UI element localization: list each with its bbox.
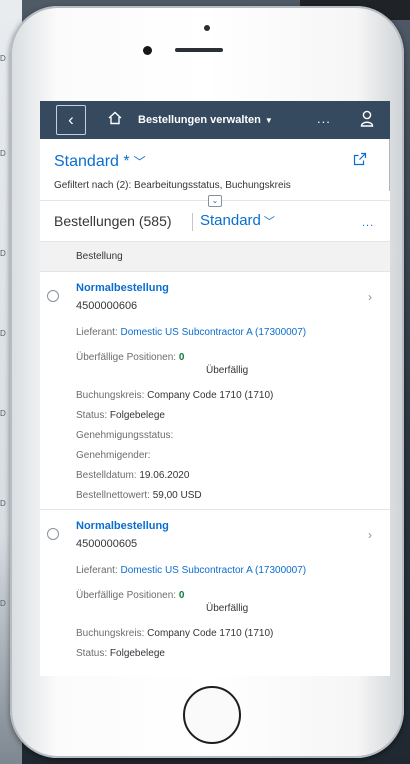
background-mark: D <box>0 149 6 158</box>
sensor-dot <box>204 25 210 31</box>
app-screen: ‹ Bestellungen verwalten ▼ ... Standard … <box>40 101 390 676</box>
row-number: 4500000606 <box>76 300 138 312</box>
earpiece-speaker <box>175 48 223 52</box>
variant-label: Standard * <box>54 153 130 170</box>
status-label: Status: <box>76 410 108 421</box>
date-value: 19.06.2020 <box>139 470 190 481</box>
company-label: Buchungskreis: <box>76 628 145 639</box>
app-title-menu[interactable]: Bestellungen verwalten ▼ <box>138 114 273 126</box>
user-icon-svg <box>360 110 374 127</box>
front-camera <box>143 46 152 55</box>
overdue-value: 0 <box>178 352 185 363</box>
table-variant-selector[interactable]: Standard ﹀ <box>200 212 275 229</box>
supplier-link[interactable]: Domestic US Subcontractor A (17300007) <box>120 327 306 338</box>
date-label: Bestelldatum: <box>76 470 137 481</box>
row-number: 4500000605 <box>76 538 138 550</box>
column-header: Bestellung <box>40 241 390 272</box>
share-icon[interactable] <box>353 152 367 169</box>
supplier-label: Lieferant: <box>76 327 118 338</box>
table-variant-label: Standard <box>200 212 261 229</box>
back-icon: ‹ <box>68 110 74 129</box>
supplier-attribute: Lieferant: Domestic US Subcontractor A (… <box>76 565 306 576</box>
column-header-bestellung[interactable]: Bestellung <box>76 251 123 262</box>
overflow-icon[interactable]: ... <box>317 111 331 126</box>
table-row[interactable]: Normalbestellung 4500000606 › Lieferant:… <box>40 272 390 510</box>
net-value: 59,00 <box>152 490 178 501</box>
company-attribute: Buchungskreis: Company Code 1710 (1710) <box>76 390 273 401</box>
chevron-down-icon: ⌄ <box>211 196 219 205</box>
company-attribute: Buchungskreis: Company Code 1710 (1710) <box>76 628 273 639</box>
background-mark: D <box>0 499 6 508</box>
chevron-right-icon[interactable]: › <box>368 290 372 304</box>
scrollbar[interactable] <box>389 139 390 191</box>
table-title: Bestellungen (585) <box>54 213 172 229</box>
share-icon-svg <box>353 152 367 166</box>
chevron-down-icon: ﹀ <box>133 155 146 169</box>
net-value-attribute: Bestellnettowert: 59,00 USD <box>76 490 202 501</box>
currency: USD <box>180 490 202 501</box>
date-attribute: Bestelldatum: 19.06.2020 <box>76 470 189 481</box>
status-value: Folgebelege <box>109 410 165 421</box>
status-attribute: Status: Folgebelege <box>76 410 165 421</box>
status-value: Folgebelege <box>109 648 165 659</box>
approver-attribute: Genehmigender: <box>76 450 151 461</box>
status-label: Status: <box>76 648 108 659</box>
overdue-attribute: Überfällige Positionen: 0 <box>76 590 184 601</box>
home-button[interactable] <box>183 686 241 744</box>
overdue-sub: Überfällig <box>206 365 249 376</box>
home-icon-svg <box>108 111 122 125</box>
row-title[interactable]: Normalbestellung <box>76 520 169 532</box>
approval-attribute: Genehmigungsstatus: <box>76 430 173 441</box>
table-overflow-icon[interactable]: ... <box>362 217 374 229</box>
table-row[interactable]: Normalbestellung 4500000605 › Lieferant:… <box>40 510 390 676</box>
background-mark: D <box>0 54 6 63</box>
approval-label: Genehmigungsstatus: <box>76 430 174 441</box>
background-mark: D <box>0 599 6 608</box>
supplier-attribute: Lieferant: Domestic US Subcontractor A (… <box>76 327 306 338</box>
status-attribute: Status: Folgebelege <box>76 648 165 659</box>
company-value: Company Code 1710 (1710) <box>147 628 274 639</box>
overdue-attribute: Überfällige Positionen: 0 <box>76 352 184 363</box>
user-icon[interactable] <box>360 110 376 130</box>
caret-down-icon: ▼ <box>264 116 273 125</box>
shell-bar: ‹ Bestellungen verwalten ▼ ... <box>40 101 390 139</box>
supplier-link[interactable]: Domestic US Subcontractor A (17300007) <box>120 565 306 576</box>
row-select-radio[interactable] <box>47 290 59 302</box>
row-title[interactable]: Normalbestellung <box>76 282 169 294</box>
approver-label: Genehmigender: <box>76 450 151 461</box>
back-button[interactable]: ‹ <box>56 105 86 135</box>
home-icon[interactable] <box>106 111 124 129</box>
overdue-label: Überfällige Positionen: <box>76 352 177 363</box>
background-mark: D <box>0 329 6 338</box>
phone-frame: ‹ Bestellungen verwalten ▼ ... Standard … <box>10 6 404 758</box>
filter-summary: Gefiltert nach (2): Bearbeitungsstatus, … <box>54 180 291 191</box>
app-title: Bestellungen verwalten <box>138 114 261 126</box>
overdue-sub: Überfällig <box>206 603 249 614</box>
background-mark: D <box>0 409 6 418</box>
chevron-right-icon[interactable]: › <box>368 528 372 542</box>
toolbar-separator <box>192 213 193 231</box>
collapse-header-button[interactable]: ⌄ <box>208 195 222 207</box>
supplier-label: Lieferant: <box>76 565 118 576</box>
company-value: Company Code 1710 (1710) <box>147 390 274 401</box>
variant-selector[interactable]: Standard * ﹀ <box>54 153 146 171</box>
chevron-down-icon: ﹀ <box>263 216 275 228</box>
page-header: Standard * ﹀ Gefiltert nach (2): Bearbeit… <box>40 139 390 207</box>
net-value-label: Bestellnettowert: <box>76 490 150 501</box>
background-mark: D <box>0 249 6 258</box>
row-select-radio[interactable] <box>47 528 59 540</box>
company-label: Buchungskreis: <box>76 390 145 401</box>
overdue-value: 0 <box>178 590 185 601</box>
overdue-label: Überfällige Positionen: <box>76 590 177 601</box>
